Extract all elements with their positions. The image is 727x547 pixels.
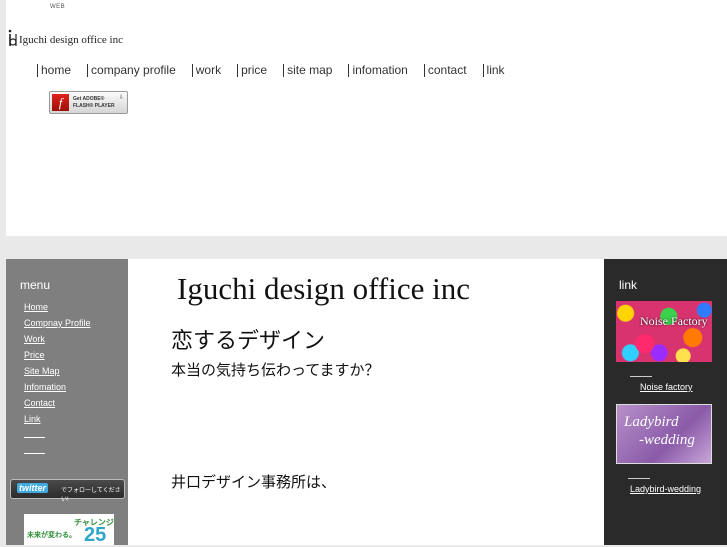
menu-link-price[interactable]: Price — [24, 349, 91, 365]
logo-name: Iguchi design office inc — [19, 34, 123, 46]
link-divider — [628, 478, 650, 479]
right-sidebar: link Noise Factory Noise factory Ladybir… — [604, 259, 727, 545]
flash-line1: Get ADOBE® — [73, 96, 105, 102]
main-subheading: 本当の気持ち伝わってますか？ — [171, 361, 380, 379]
ladybird-banner-line2: -wedding — [639, 432, 695, 448]
menu-link-infomation[interactable]: Infomation — [24, 381, 91, 397]
header: WEB Iguchi design office inc home compan… — [6, 0, 727, 236]
ladybird-wedding-link[interactable]: Ladybird-wedding — [630, 484, 701, 494]
top-nav-company-profile[interactable]: company profile — [87, 64, 192, 77]
menu-link-site-map[interactable]: Site Map — [24, 365, 91, 381]
top-nav: home company profile work price site map… — [37, 64, 521, 77]
challenge-number: 25 — [84, 524, 107, 546]
link-title: link — [619, 278, 638, 292]
left-menu: Home Compnay Profile Work Price Site Map… — [24, 301, 91, 454]
challenge-line2: 未来が変わる。 — [27, 532, 76, 539]
main-paragraph: 井口デザイン事務所は、 — [171, 473, 337, 491]
menu-divider — [24, 453, 45, 454]
top-nav-price[interactable]: price — [237, 64, 283, 77]
download-arrow-icon: ⇩ — [118, 95, 124, 101]
menu-title: menu — [20, 278, 51, 292]
top-nav-link[interactable]: link — [482, 64, 521, 77]
left-sidebar: menu Home Compnay Profile Work Price Sit… — [6, 259, 128, 546]
top-nav-home[interactable]: home — [37, 64, 87, 77]
menu-link-work[interactable]: Work — [24, 333, 91, 349]
main-heading: 恋するデザイン — [171, 329, 326, 354]
flash-player-icon: f — [52, 94, 69, 111]
menu-link-link[interactable]: Link — [24, 413, 91, 429]
menu-link-home[interactable]: Home — [24, 301, 91, 317]
link-divider — [630, 376, 652, 377]
menu-link-company-profile[interactable]: Compnay Profile — [24, 317, 91, 333]
main-content: Iguchi design office inc 恋するデザイン 本当の気持ち伝… — [128, 259, 604, 545]
noise-factory-banner[interactable]: Noise Factory — [616, 301, 712, 362]
ladybird-wedding-banner[interactable]: Ladybird -wedding — [616, 404, 712, 464]
top-nav-work[interactable]: work — [191, 64, 237, 77]
flash-line2: FLASH® PLAYER — [73, 103, 115, 109]
ladybird-banner-line1: Ladybird — [624, 414, 679, 430]
top-nav-contact[interactable]: contact — [423, 64, 483, 77]
noise-factory-link[interactable]: Noise factory — [640, 382, 693, 392]
twitter-logo-icon: twitter — [17, 483, 48, 493]
twitter-follow-button[interactable]: twitter でフォローしてください! — [10, 479, 125, 503]
top-nav-infomation[interactable]: infomation — [348, 64, 423, 77]
site-logo[interactable]: Iguchi design office inc — [7, 28, 123, 48]
challenge-25-banner[interactable]: チャレンジ 未来が変わる。 25 — [24, 514, 114, 546]
top-nav-site-map[interactable]: site map — [283, 64, 348, 77]
menu-link-contact[interactable]: Contact — [24, 397, 91, 413]
header-tag: WEB — [50, 4, 66, 10]
noise-factory-banner-text: Noise Factory — [640, 314, 708, 328]
logo-mark-icon — [7, 28, 17, 48]
twitter-follow-text: でフォローしてください! — [61, 488, 121, 503]
page-title: Iguchi design office inc — [177, 271, 470, 306]
get-flash-player-button[interactable]: f Get ADOBE® FLASH® PLAYER ⇩ — [49, 91, 128, 114]
